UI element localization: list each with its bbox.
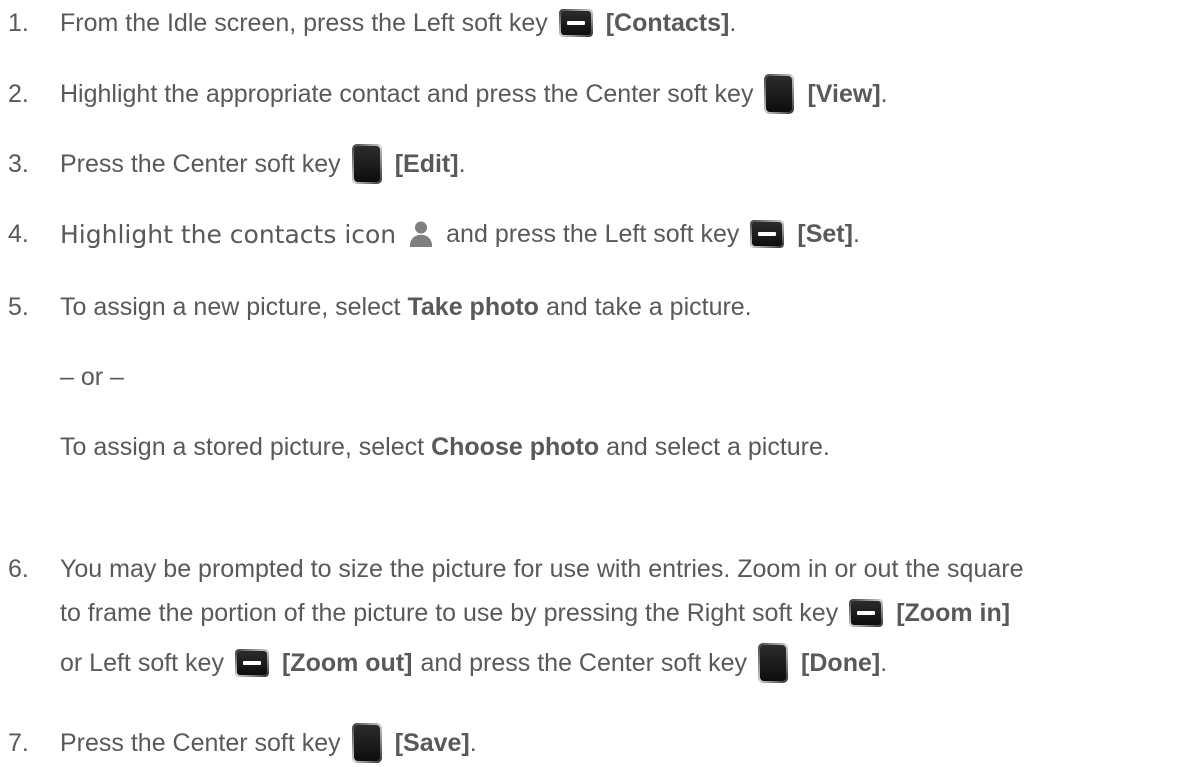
step-1: 1. From the Idle screen, press the Left … — [0, 0, 1200, 46]
contacts-person-icon — [408, 220, 434, 248]
step-text-after: and select a picture. — [606, 432, 830, 461]
step-number: 2. — [8, 79, 29, 108]
step-text: Press the Center soft key — [60, 149, 341, 178]
step-text-middle: and press the Left soft key — [446, 219, 740, 248]
key-label: [Done] — [801, 648, 881, 677]
center-soft-key-icon — [351, 143, 383, 185]
step-6: 6. You may be prompted to size the pictu… — [0, 546, 1200, 688]
step-number: 5. — [8, 292, 29, 321]
right-soft-key-icon — [848, 598, 884, 628]
key-label: [Save] — [394, 728, 470, 757]
center-soft-key-icon — [351, 722, 383, 764]
key-label: [Edit] — [394, 149, 459, 178]
key-label: [View] — [807, 79, 881, 108]
step-period: . — [469, 728, 477, 757]
option-take-photo: Take photo — [407, 292, 539, 321]
step-number: 6. — [8, 554, 29, 583]
or-separator: – or – — [60, 362, 124, 391]
step-text-middle: and press the Center soft key — [420, 648, 748, 677]
left-soft-key-icon — [558, 8, 594, 38]
step-4: 4. Highlight the contacts icon and press… — [0, 210, 1200, 258]
step-text: To assign a new picture, select — [60, 292, 401, 321]
step-text: or Left soft key — [60, 648, 224, 677]
step-text: Press the Center soft key — [60, 728, 341, 757]
step-number: 4. — [8, 219, 29, 248]
step-number: 1. — [8, 8, 29, 37]
center-soft-key-icon — [757, 642, 789, 684]
step-number: 3. — [8, 149, 29, 178]
step-text: to frame the portion of the picture to u… — [60, 598, 839, 627]
step-3: 3. Press the Center soft key [Edit]. — [0, 140, 1200, 188]
step-period: . — [458, 149, 466, 178]
step-period: . — [729, 8, 737, 37]
key-label: [Zoom in] — [896, 598, 1011, 627]
step-text: From the Idle screen, press the Left sof… — [60, 8, 548, 37]
key-label: [Set] — [797, 219, 853, 248]
step-period: . — [880, 648, 888, 677]
step-5: 5. To assign a new picture, select Take … — [0, 284, 1200, 470]
step-7: 7. Press the Center soft key [Save]. — [0, 720, 1200, 766]
step-text: To assign a stored picture, select — [60, 432, 425, 461]
step-text: You may be prompted to size the picture … — [60, 554, 1024, 583]
step-period: . — [880, 79, 888, 108]
step-text-after: and take a picture. — [545, 292, 752, 321]
key-label: [Zoom out] — [281, 648, 413, 677]
option-choose-photo: Choose photo — [431, 432, 600, 461]
step-number: 7. — [8, 728, 29, 757]
step-text: Highlight the contacts icon — [60, 219, 397, 249]
left-soft-key-icon — [749, 219, 785, 249]
step-2: 2. Highlight the appropriate contact and… — [0, 70, 1200, 118]
left-soft-key-icon — [234, 648, 270, 678]
step-text: Highlight the appropriate contact and pr… — [60, 79, 754, 108]
step-period: . — [852, 219, 860, 248]
key-label: [Contacts] — [605, 8, 730, 37]
center-soft-key-icon — [763, 73, 795, 115]
